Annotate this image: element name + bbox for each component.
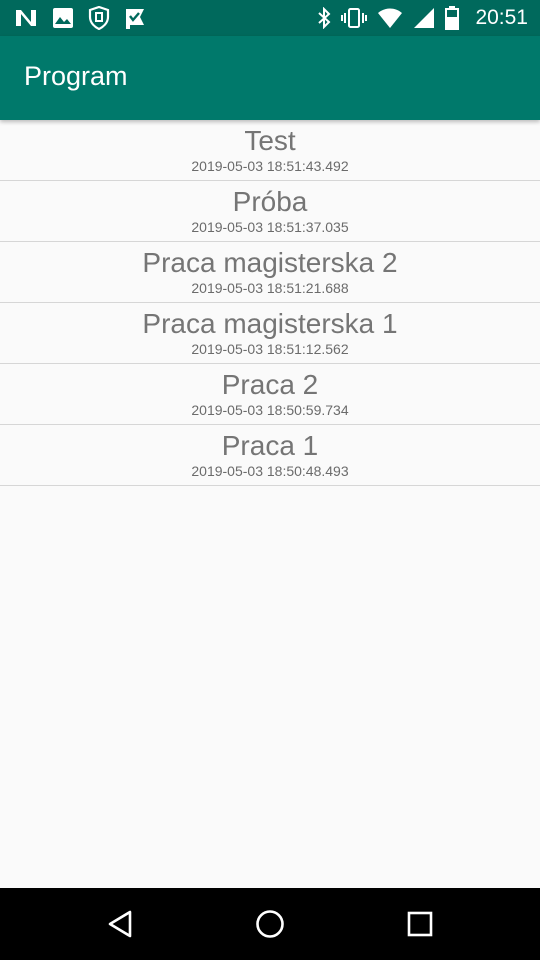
navigation-bar xyxy=(0,888,540,960)
list-item[interactable]: Test 2019-05-03 18:51:43.492 xyxy=(0,120,540,181)
list-item-title: Praca magisterska 1 xyxy=(142,308,398,339)
home-icon xyxy=(256,910,284,938)
status-notification-icons xyxy=(14,6,146,30)
list-item-title: Praca 2 xyxy=(221,369,319,400)
status-system-icons: 20:51 xyxy=(317,6,528,30)
status-time: 20:51 xyxy=(475,6,528,29)
wifi-icon xyxy=(378,8,403,28)
back-icon xyxy=(108,910,132,938)
recents-button[interactable] xyxy=(402,906,438,942)
battery-icon xyxy=(445,6,460,30)
back-button[interactable] xyxy=(102,906,138,942)
signal-icon xyxy=(414,8,435,28)
list-item-timestamp: 2019-05-03 18:51:37.035 xyxy=(191,219,349,235)
entry-list: Test 2019-05-03 18:51:43.492 Próba 2019-… xyxy=(0,120,540,486)
list-item-timestamp: 2019-05-03 18:50:48.493 xyxy=(191,463,349,479)
list-item[interactable]: Praca magisterska 2 2019-05-03 18:51:21.… xyxy=(0,242,540,303)
check-flag-icon xyxy=(126,9,144,29)
list-item[interactable]: Praca magisterska 1 2019-05-03 18:51:12.… xyxy=(0,303,540,364)
list-item-timestamp: 2019-05-03 18:51:43.492 xyxy=(191,158,349,174)
list-item-title: Próba xyxy=(232,186,308,217)
list-item-timestamp: 2019-05-03 18:50:59.734 xyxy=(191,402,349,418)
shield-icon xyxy=(88,6,110,30)
list-item[interactable]: Praca 1 2019-05-03 18:50:48.493 xyxy=(0,425,540,486)
app-title: Program xyxy=(24,61,128,91)
list-item-title: Test xyxy=(244,125,296,156)
recents-icon xyxy=(407,911,433,937)
image-icon xyxy=(53,8,73,28)
list-item-timestamp: 2019-05-03 18:51:21.688 xyxy=(191,280,349,296)
bluetooth-icon xyxy=(318,7,331,29)
n-logo-icon xyxy=(16,10,36,26)
status-bar: 20:51 xyxy=(0,0,540,36)
list-item[interactable]: Praca 2 2019-05-03 18:50:59.734 xyxy=(0,364,540,425)
list-item-timestamp: 2019-05-03 18:51:12.562 xyxy=(191,341,349,357)
vibrate-icon xyxy=(341,8,368,28)
list-item[interactable]: Próba 2019-05-03 18:51:37.035 xyxy=(0,181,540,242)
list-item-title: Praca magisterska 2 xyxy=(142,247,398,278)
app-bar: Program xyxy=(0,36,540,120)
list-item-title: Praca 1 xyxy=(221,430,319,461)
home-button[interactable] xyxy=(252,906,288,942)
